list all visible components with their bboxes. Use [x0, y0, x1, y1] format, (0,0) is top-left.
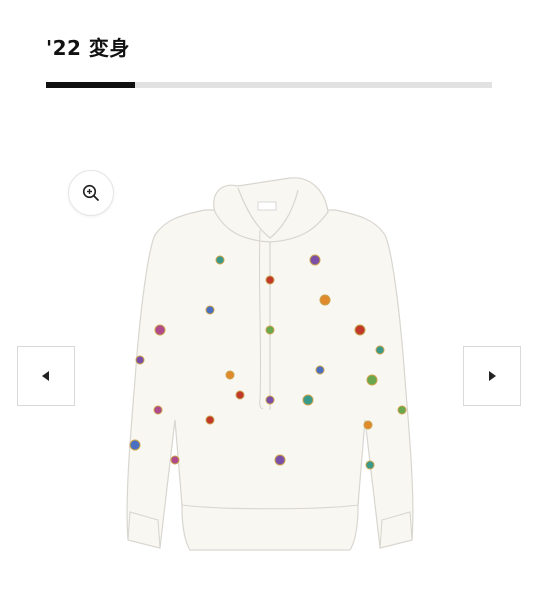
page-title: '22 変身	[46, 36, 130, 60]
gem-decoration	[265, 275, 275, 285]
gallery-progress-fill	[46, 82, 136, 88]
gem-decoration	[274, 454, 286, 466]
gem-decoration	[309, 254, 321, 266]
gem-decoration	[265, 395, 275, 405]
gem-decoration	[235, 390, 245, 400]
next-image-button[interactable]	[463, 346, 521, 406]
prev-image-button[interactable]	[17, 346, 75, 406]
gem-decoration	[205, 415, 215, 425]
gem-decoration	[135, 355, 145, 365]
zoom-button[interactable]	[68, 170, 114, 216]
gem-decoration	[354, 324, 366, 336]
gem-decoration	[302, 394, 314, 406]
right-triangle-icon	[489, 371, 496, 381]
hem-band	[181, 504, 359, 551]
gem-decoration	[319, 294, 331, 306]
gem-decoration	[153, 405, 163, 415]
gem-decoration	[363, 420, 373, 430]
gem-decoration	[366, 374, 378, 386]
gem-decoration	[205, 305, 215, 315]
left-triangle-icon	[42, 371, 49, 381]
gem-decoration	[215, 255, 225, 265]
product-image	[126, 177, 414, 551]
gem-decoration	[154, 324, 166, 336]
gem-decoration	[129, 439, 141, 451]
hoodie-illustration	[126, 177, 414, 551]
zoom-in-icon	[82, 184, 99, 201]
neck-label	[257, 201, 277, 211]
gem-decoration	[265, 325, 275, 335]
gem-decoration	[170, 455, 180, 465]
gem-decoration	[397, 405, 407, 415]
gem-decoration	[315, 365, 325, 375]
gem-decoration	[225, 370, 235, 380]
gem-decoration	[375, 345, 385, 355]
gem-decoration	[365, 460, 375, 470]
gallery-progress-bar	[46, 82, 492, 88]
